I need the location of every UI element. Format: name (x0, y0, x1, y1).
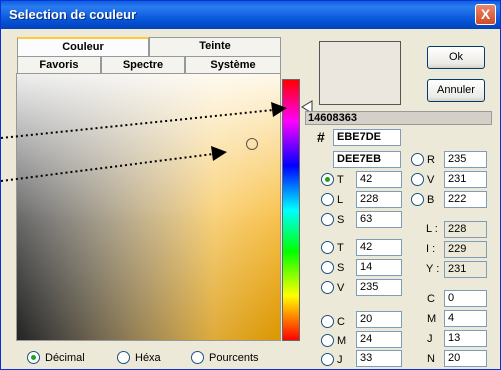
field-tsv-v[interactable]: 235 (356, 279, 402, 296)
radio-tsv-v[interactable] (321, 281, 334, 294)
label-c: C (337, 316, 345, 328)
label-v: V (427, 174, 435, 186)
radio-tsv-t[interactable] (321, 241, 334, 254)
field-c[interactable]: 20 (356, 311, 402, 328)
radio-m[interactable] (321, 334, 334, 347)
tab-couleur[interactable]: Couleur (17, 37, 149, 56)
hex-field[interactable]: EBE7DE (333, 129, 401, 146)
label-cmjn-c: C (427, 293, 435, 305)
window-title: Selection de couleur (9, 7, 137, 22)
field-cmjn-j[interactable]: 13 (444, 330, 487, 347)
label-tsv-t: T (337, 242, 344, 254)
label-tls-t: T (337, 174, 344, 186)
label-decimal: Décimal (45, 352, 85, 364)
label-l: L : (426, 223, 438, 235)
radio-hexa[interactable] (117, 351, 130, 364)
field-m[interactable]: 24 (356, 331, 402, 348)
field-j[interactable]: 33 (356, 350, 402, 367)
title-bar: Selection de couleur X (1, 1, 500, 29)
field-tsv-s[interactable]: 14 (356, 259, 402, 276)
ok-button[interactable]: Ok (427, 46, 485, 69)
annotation-arrows (1, 102, 287, 182)
label-m: M (337, 335, 347, 347)
label-cmjn-m: M (427, 313, 437, 325)
label-r: R (427, 154, 435, 166)
field-v[interactable]: 231 (444, 171, 487, 188)
field-tls-s[interactable]: 63 (356, 211, 402, 228)
radio-c[interactable] (321, 315, 334, 328)
field-l: 228 (444, 221, 487, 238)
cancel-button[interactable]: Annuler (427, 79, 485, 102)
hash-label: # (317, 129, 325, 145)
field-tsv-t[interactable]: 42 (356, 239, 402, 256)
field-b[interactable]: 222 (444, 191, 487, 208)
close-button[interactable]: X (475, 4, 496, 25)
label-cmjn-j: J (427, 333, 433, 345)
label-tsv-s: S (337, 262, 345, 274)
label-tls-l: L (337, 194, 344, 206)
tab-teinte[interactable]: Teinte (149, 37, 281, 56)
field-tls-l[interactable]: 228 (356, 191, 402, 208)
label-cmjn-n: N (427, 353, 435, 365)
radio-tls-s[interactable] (321, 213, 334, 226)
label-j: J (337, 354, 343, 366)
label-pourcents: Pourcents (209, 352, 259, 364)
field-cmjn-c[interactable]: 0 (444, 290, 487, 307)
radio-tsv-s[interactable] (321, 261, 334, 274)
radio-v[interactable] (411, 173, 424, 186)
field-r[interactable]: 235 (444, 151, 487, 168)
label-hexa: Héxa (135, 352, 161, 364)
label-tls-s: S (337, 214, 345, 226)
selected-color-swatch (319, 41, 401, 105)
decimal-color-value: 14608363 (305, 111, 492, 125)
radio-j[interactable] (321, 353, 334, 366)
label-i: I : (426, 243, 436, 255)
field-y: 231 (444, 261, 487, 278)
field-i: 229 (444, 241, 487, 258)
label-tsv-v: V (337, 282, 345, 294)
radio-r[interactable] (411, 153, 424, 166)
field-cmjn-n[interactable]: 20 (444, 350, 487, 367)
radio-b[interactable] (411, 193, 424, 206)
radio-tls-t[interactable] (321, 173, 334, 186)
hex-alt-field[interactable]: DEE7EB (333, 151, 401, 168)
radio-decimal[interactable] (27, 351, 40, 364)
color-selection-dialog: Selection de couleur X Couleur Teinte Fa… (0, 0, 501, 370)
radio-tls-l[interactable] (321, 193, 334, 206)
label-b: B (427, 194, 435, 206)
label-y: Y : (426, 263, 440, 275)
radio-pourcents[interactable] (191, 351, 204, 364)
field-cmjn-m[interactable]: 4 (444, 310, 487, 327)
field-tls-t[interactable]: 42 (356, 171, 402, 188)
